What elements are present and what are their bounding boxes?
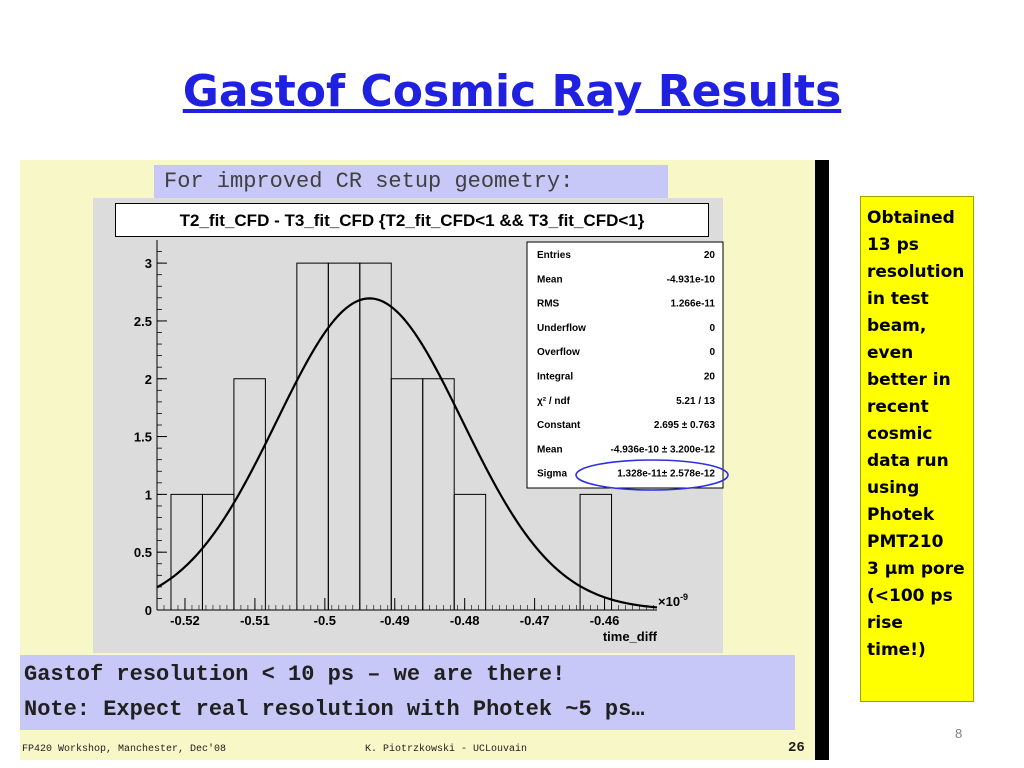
x-tick-label: -0.46	[590, 613, 620, 628]
note-line-2: Note: Expect real resolution with Photek…	[24, 697, 645, 722]
x-tick-label: -0.49	[380, 613, 410, 628]
slide-number: 8	[955, 726, 963, 741]
stats-label: χ² / ndf	[537, 396, 571, 407]
callout-line: beam,	[867, 316, 927, 336]
callout-line: resolution	[867, 262, 965, 282]
footer-page: 26	[788, 740, 805, 756]
stats-value: 5.21 / 13	[676, 396, 715, 407]
stats-label: Mean	[537, 444, 563, 455]
callout-line: 13 ps	[867, 235, 919, 255]
x-multiplier: ×10-9	[658, 592, 688, 609]
callout-line: data run	[867, 451, 949, 471]
note-line-1: Gastof resolution < 10 ps – we are there…	[24, 662, 566, 687]
callout-line: Photek	[867, 505, 935, 525]
histogram-title: T2_fit_CFD - T3_fit_CFD {T2_fit_CFD<1 &&…	[115, 203, 709, 237]
stats-label: Entries	[537, 250, 571, 261]
stats-label: Overflow	[537, 347, 580, 358]
y-tick-label: 0.5	[134, 545, 152, 560]
y-tick-label: 1	[145, 487, 152, 502]
stats-value: 2.695 ± 0.763	[654, 420, 716, 431]
footer-workshop: FP420 Workshop, Manchester, Dec'08	[22, 744, 227, 755]
callout-line: rise time!)	[867, 613, 926, 660]
callout-line: using	[867, 478, 920, 498]
stats-value: -4.931e-10	[667, 274, 716, 285]
footer-author: K. Piotrzkowski - UCLouvain	[365, 744, 528, 755]
y-tick-label: 2	[145, 372, 152, 387]
y-tick-label: 1.5	[134, 430, 152, 445]
x-axis-label: time_diff	[603, 629, 658, 644]
callout-line: cosmic	[867, 424, 933, 444]
x-tick-label: -0.51	[240, 613, 270, 628]
callout-line: (<100 ps	[867, 586, 953, 606]
slide-title: Gastof Cosmic Ray Results	[182, 66, 842, 117]
stats-label: Sigma	[537, 469, 567, 480]
callout-line: better in	[867, 370, 951, 390]
y-tick-label: 0	[145, 603, 152, 618]
x-tick-label: -0.47	[520, 613, 550, 628]
callout-line: 3 μm pore	[867, 559, 965, 579]
x-tick-label: -0.48	[450, 613, 480, 628]
stats-value: 20	[704, 372, 716, 383]
stats-value: 1.328e-11± 2.578e-12	[617, 469, 715, 480]
callout-line: PMT210	[867, 532, 944, 552]
resolution-callout: Obtained 13 ps resolution in test beam, even b…	[860, 196, 974, 702]
stats-box: Entries 20 Mean -4.931e-10 RMS 1.266e-11 Under…	[526, 241, 729, 491]
stats-label: Constant	[537, 420, 581, 431]
y-tick-label: 2.5	[134, 314, 152, 329]
y-tick-label: 3	[145, 256, 152, 271]
embedded-footer: FP420 Workshop, Manchester, Dec'08 K. Pi…	[20, 738, 815, 760]
resolution-note: Gastof resolution < 10 ps – we are there…	[20, 655, 795, 730]
stats-value: -4.936e-10 ± 3.200e-12	[611, 444, 716, 455]
stats-label: Mean	[537, 274, 563, 285]
callout-line: recent	[867, 397, 929, 417]
stats-value: 20	[704, 250, 716, 261]
embedded-slide: For improved CR setup geometry: 0 0.5 1 1.5…	[20, 160, 829, 760]
callout-line: even	[867, 343, 914, 363]
stats-value: 1.266e-11	[671, 299, 716, 310]
x-tick-label: -0.5	[314, 613, 336, 628]
callout-line: Obtained	[867, 208, 955, 228]
stats-label: RMS	[537, 299, 560, 310]
x-tick-label: -0.52	[170, 613, 200, 628]
callout-line: in test	[867, 289, 929, 309]
stats-value: 0	[709, 347, 715, 358]
stats-label: Integral	[537, 372, 573, 383]
stats-value: 0	[709, 323, 715, 334]
stats-label: Underflow	[537, 323, 586, 334]
